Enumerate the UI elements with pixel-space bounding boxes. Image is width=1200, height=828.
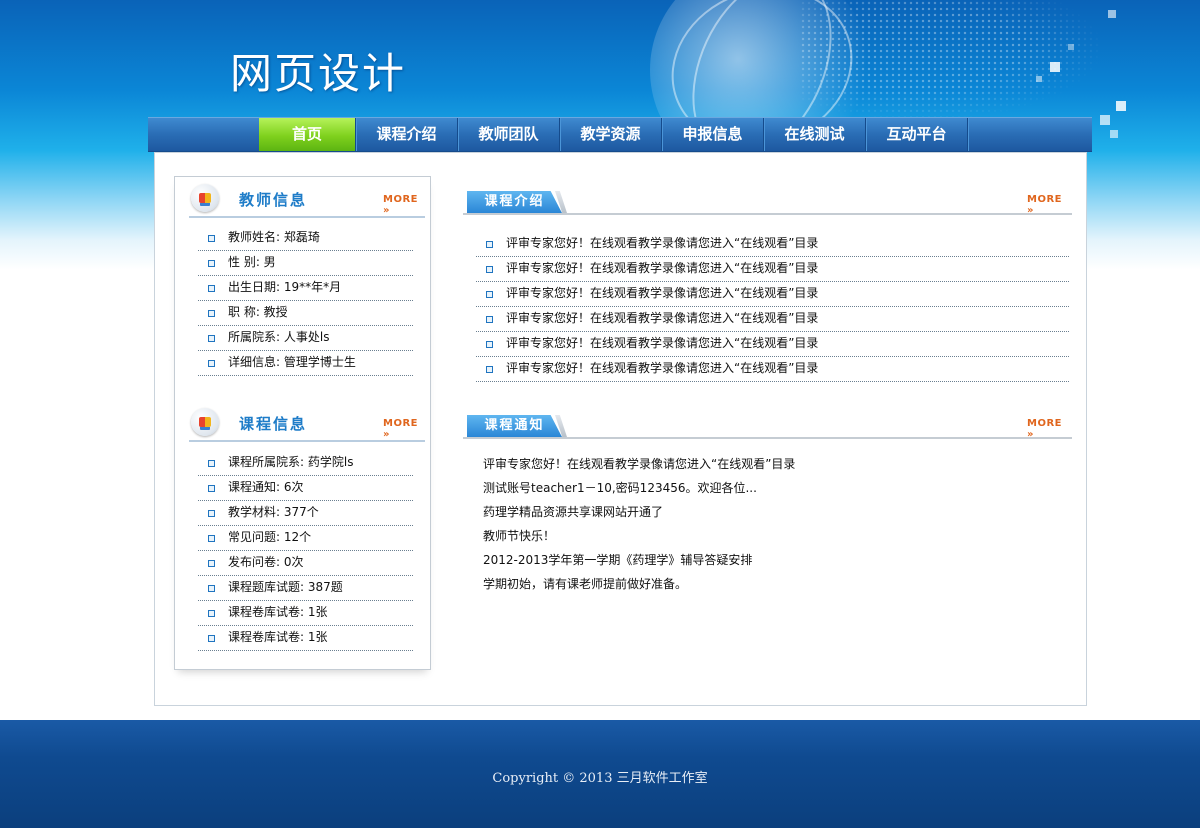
course-intro-list: 评审专家您好！在线观看教学录像请您进入“在线观看”目录 评审专家您好！在线观看教… — [476, 232, 1069, 382]
course-intro-header: 课程介绍 MORE » — [463, 188, 1072, 216]
news-item[interactable]: 评审专家您好！在线观看教学录像请您进入“在线观看”目录 — [476, 357, 1069, 382]
course-info-list: 课程所属院系: 药学院ls 课程通知: 6次 教学材料: 377个 常见问题: … — [198, 451, 413, 651]
course-info-header: 课程信息 MORE » — [187, 402, 427, 442]
notice-item[interactable]: 教师节快乐！ — [483, 524, 795, 548]
notice-item[interactable]: 学期初始，请有课老师提前做好准备。 — [483, 572, 795, 596]
notice-item[interactable]: 药理学精品资源共享课网站开通了 — [483, 500, 795, 524]
list-item: 详细信息: 管理学博士生 — [198, 351, 413, 376]
news-item[interactable]: 评审专家您好！在线观看教学录像请您进入“在线观看”目录 — [476, 282, 1069, 307]
teacher-info-more-link[interactable]: MORE » — [383, 194, 427, 216]
course-notice-tab: 课程通知 — [467, 415, 562, 437]
list-item: 性 别: 男 — [198, 251, 413, 276]
footer: Copyright © 2013 三月软件工作室 — [0, 720, 1200, 828]
main-nav: 首页 课程介绍 教师团队 教学资源 申报信息 在线测试 互动平台 — [148, 117, 1092, 152]
list-item: 课程卷库试卷: 1张 — [198, 601, 413, 626]
course-info-title: 课程信息 — [239, 415, 308, 433]
divider — [463, 213, 1072, 215]
divider — [463, 437, 1072, 439]
nav-item-application-info[interactable]: 申报信息 — [662, 118, 764, 151]
deco-square — [1050, 62, 1060, 72]
course-info-icon — [191, 408, 219, 436]
list-item: 发布问卷: 0次 — [198, 551, 413, 576]
deco-square — [1108, 10, 1116, 18]
teacher-info-title: 教师信息 — [239, 191, 308, 209]
course-notice-list: 评审专家您好！在线观看教学录像请您进入“在线观看”目录 测试账号teacher1… — [483, 452, 795, 596]
list-item: 所属院系: 人事处ls — [198, 326, 413, 351]
list-item: 课程通知: 6次 — [198, 476, 413, 501]
list-item: 常见问题: 12个 — [198, 526, 413, 551]
teacher-info-icon — [191, 184, 219, 212]
news-item[interactable]: 评审专家您好！在线观看教学录像请您进入“在线观看”目录 — [476, 307, 1069, 332]
list-item: 课程所属院系: 药学院ls — [198, 451, 413, 476]
deco-square — [1100, 115, 1110, 125]
teacher-info-header: 教师信息 MORE » — [187, 178, 427, 218]
site-title: 网页设计 — [230, 49, 407, 98]
divider — [189, 440, 425, 442]
news-item[interactable]: 评审专家您好！在线观看教学录像请您进入“在线观看”目录 — [476, 257, 1069, 282]
notice-item[interactable]: 2012-2013学年第一学期《药理学》辅导答疑安排 — [483, 548, 795, 572]
nav-item-teacher-team[interactable]: 教师团队 — [458, 118, 560, 151]
world-map-graphic — [800, 0, 1100, 120]
nav-item-course-intro[interactable]: 课程介绍 — [356, 118, 458, 151]
nav-item-online-test[interactable]: 在线测试 — [764, 118, 866, 151]
news-item[interactable]: 评审专家您好！在线观看教学录像请您进入“在线观看”目录 — [476, 232, 1069, 257]
course-intro-tab: 课程介绍 — [467, 191, 562, 213]
list-item: 教师姓名: 郑磊琦 — [198, 226, 413, 251]
copyright-text: Copyright © 2013 三月软件工作室 — [492, 771, 708, 786]
nav-item-teaching-resources[interactable]: 教学资源 — [560, 118, 662, 151]
notice-item[interactable]: 测试账号teacher1－10,密码123456。欢迎各位... — [483, 476, 795, 500]
divider — [189, 216, 425, 218]
list-item: 职 称: 教授 — [198, 301, 413, 326]
course-notice-header: 课程通知 MORE » — [463, 412, 1072, 440]
course-info-more-link[interactable]: MORE » — [383, 418, 427, 440]
deco-square — [1068, 44, 1074, 50]
deco-square — [1036, 76, 1042, 82]
notice-item[interactable]: 评审专家您好！在线观看教学录像请您进入“在线观看”目录 — [483, 452, 795, 476]
news-item[interactable]: 评审专家您好！在线观看教学录像请您进入“在线观看”目录 — [476, 332, 1069, 357]
nav-item-home[interactable]: 首页 — [259, 118, 356, 151]
deco-square — [1116, 101, 1126, 111]
nav-item-interactive-platform[interactable]: 互动平台 — [866, 118, 968, 151]
list-item: 出生日期: 19**年*月 — [198, 276, 413, 301]
list-item: 课程题库试题: 387题 — [198, 576, 413, 601]
list-item: 课程卷库试卷: 1张 — [198, 626, 413, 651]
list-item: 教学材料: 377个 — [198, 501, 413, 526]
teacher-info-list: 教师姓名: 郑磊琦 性 别: 男 出生日期: 19**年*月 职 称: 教授 所… — [198, 226, 413, 376]
deco-square — [1110, 130, 1118, 138]
